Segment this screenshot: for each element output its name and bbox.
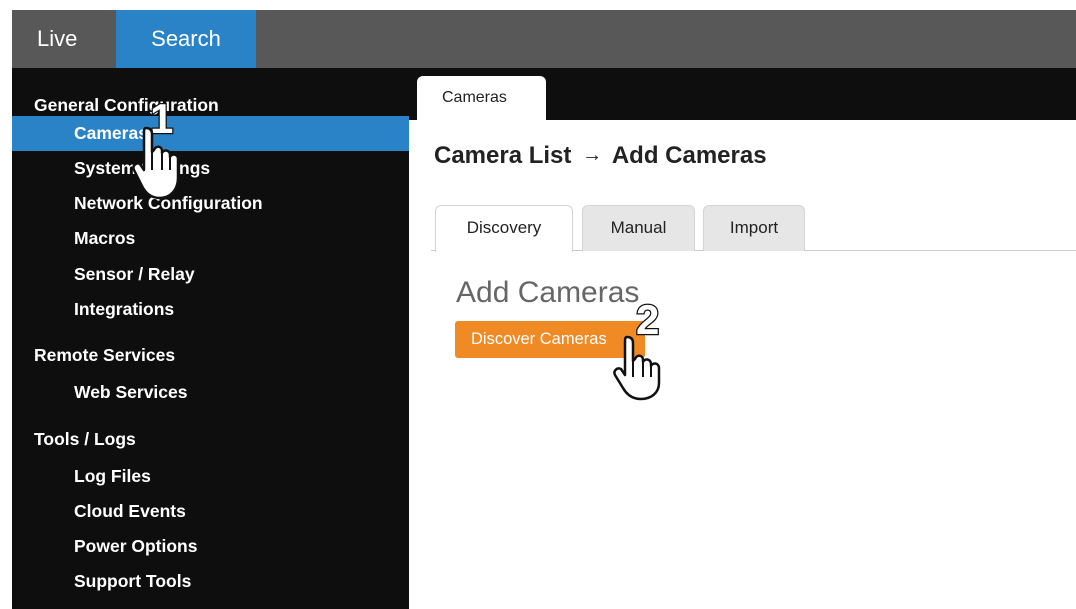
top-navigation: Live Search — [12, 10, 1076, 68]
breadcrumb: Camera List → Add Cameras — [434, 142, 767, 170]
subtab-manual[interactable]: Manual — [582, 205, 695, 251]
sidebar-section-remote-services: Remote Services — [34, 345, 176, 365]
sidebar-section-general-configuration: General Configuration — [34, 95, 219, 115]
sidebar-item-network-configuration[interactable]: Network Configuration — [12, 186, 409, 221]
breadcrumb-parent[interactable]: Camera List — [434, 142, 571, 169]
sidebar-item-system-settings[interactable]: System Settings — [12, 151, 409, 186]
subtab-import[interactable]: Import — [703, 205, 805, 251]
nav-live[interactable]: Live — [12, 10, 116, 68]
sidebar-item-log-files[interactable]: Log Files — [12, 459, 409, 494]
subtab-discovery[interactable]: Discovery — [435, 205, 573, 252]
content-tab-bar: Cameras — [409, 68, 1076, 122]
breadcrumb-arrow-icon: → — [582, 144, 603, 166]
app-window: Live Search General Configuration Camera… — [12, 10, 1076, 609]
tab-cameras[interactable]: Cameras — [417, 76, 546, 122]
breadcrumb-current: Add Cameras — [611, 142, 767, 169]
page-title: Add Cameras — [456, 276, 640, 309]
sidebar-item-cameras[interactable]: Cameras — [12, 116, 409, 151]
sidebar-item-macros[interactable]: Macros — [12, 221, 409, 256]
discover-cameras-button[interactable]: Discover Cameras — [455, 321, 645, 358]
nav-search[interactable]: Search — [116, 10, 256, 68]
sidebar-item-integrations[interactable]: Integrations — [12, 292, 409, 327]
sidebar-section-tools-logs: Tools / Logs — [34, 429, 136, 449]
sidebar-item-web-services[interactable]: Web Services — [12, 375, 409, 410]
sidebar-item-cloud-events[interactable]: Cloud Events — [12, 494, 409, 529]
sidebar-item-support-tools[interactable]: Support Tools — [12, 564, 409, 599]
main-content: Cameras Camera List → Add Cameras Discov… — [409, 68, 1076, 609]
sidebar-item-sensor-relay[interactable]: Sensor / Relay — [12, 257, 409, 292]
sidebar-item-power-options[interactable]: Power Options — [12, 529, 409, 564]
sidebar: General Configuration Cameras System Set… — [12, 68, 409, 609]
